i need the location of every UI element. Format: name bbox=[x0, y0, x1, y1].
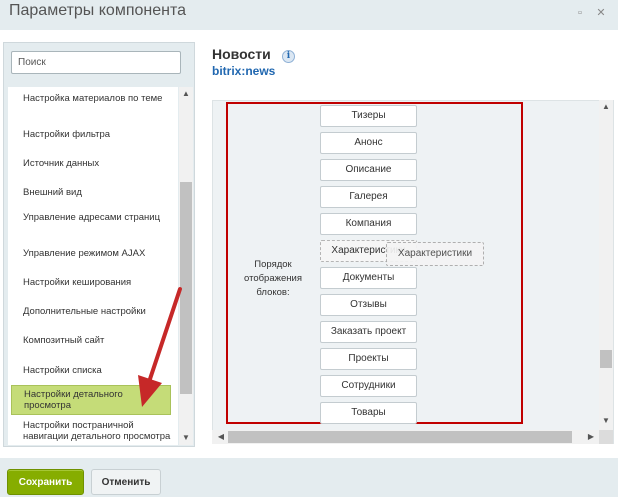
sidebar-item-detail-pagination[interactable]: Настройки постраничной навигации детальн… bbox=[11, 420, 171, 442]
scroll-down-icon[interactable]: ▼ bbox=[599, 416, 613, 425]
dialog-footer: Сохранить Отменить bbox=[0, 458, 618, 497]
scroll-up-icon[interactable]: ▲ bbox=[179, 89, 193, 98]
sidebar-item-filter[interactable]: Настройки фильтра bbox=[11, 129, 171, 140]
dialog-title: Параметры компонента bbox=[9, 2, 186, 19]
block-item[interactable]: Проекты bbox=[320, 348, 417, 370]
titlebar[interactable]: Параметры компонента ▫ ✕ bbox=[0, 0, 618, 30]
block-item[interactable]: Заказать проект bbox=[320, 321, 417, 343]
search-input[interactable] bbox=[11, 51, 181, 74]
save-button[interactable]: Сохранить bbox=[7, 469, 84, 495]
block-item[interactable]: Тизеры bbox=[320, 105, 417, 127]
horizontal-scrollbar[interactable]: ◀ ▶ bbox=[212, 430, 599, 444]
minimize-icon[interactable]: ▫ bbox=[573, 6, 587, 20]
scroll-corner bbox=[599, 430, 613, 444]
block-item[interactable]: Сотрудники bbox=[320, 375, 417, 397]
scroll-left-icon[interactable]: ◀ bbox=[214, 432, 228, 441]
block-order-label: Порядок отображения блоков: bbox=[244, 259, 302, 298]
drag-ghost[interactable]: Характеристики bbox=[386, 242, 484, 266]
block-item[interactable]: Отзывы bbox=[320, 294, 417, 316]
scroll-down-icon[interactable]: ▼ bbox=[179, 433, 193, 442]
cancel-button[interactable]: Отменить bbox=[91, 469, 161, 495]
close-icon[interactable]: ✕ bbox=[594, 6, 608, 20]
horizontal-scroll-thumb[interactable] bbox=[228, 431, 572, 443]
sidebar-item-appearance[interactable]: Внешний вид bbox=[11, 187, 171, 198]
sidebar-item-urls[interactable]: Управление адресами страниц bbox=[11, 212, 171, 223]
block-item[interactable]: Компания bbox=[320, 213, 417, 235]
sidebar-item-datasource[interactable]: Источник данных bbox=[11, 158, 171, 169]
scroll-up-icon[interactable]: ▲ bbox=[599, 102, 613, 111]
properties-scrollbar[interactable]: ▲ ▼ bbox=[599, 100, 613, 430]
scroll-right-icon[interactable]: ▶ bbox=[584, 432, 598, 441]
block-item[interactable]: Товары bbox=[320, 402, 417, 424]
block-item[interactable]: Анонс bbox=[320, 132, 417, 154]
properties-panel: Порядок отображения блоков: Тизеры Анонс… bbox=[212, 100, 614, 444]
info-icon[interactable]: i bbox=[282, 50, 295, 63]
block-item[interactable]: Документы bbox=[320, 267, 417, 289]
component-code: bitrix:news bbox=[212, 64, 276, 78]
red-arrow-icon bbox=[138, 287, 182, 407]
block-item[interactable]: Описание bbox=[320, 159, 417, 181]
dialog-content: Настройка материалов по теме Настройки ф… bbox=[0, 30, 618, 458]
component-params-dialog: Параметры компонента ▫ ✕ Настройка матер… bbox=[0, 0, 618, 497]
sidebar-item-ajax[interactable]: Управление режимом AJAX bbox=[11, 248, 171, 259]
sidebar-item-related[interactable]: Настройка материалов по теме bbox=[11, 93, 171, 104]
block-item[interactable]: Галерея bbox=[320, 186, 417, 208]
component-title: Новости bbox=[212, 46, 271, 62]
properties-scroll-thumb[interactable] bbox=[600, 350, 612, 368]
